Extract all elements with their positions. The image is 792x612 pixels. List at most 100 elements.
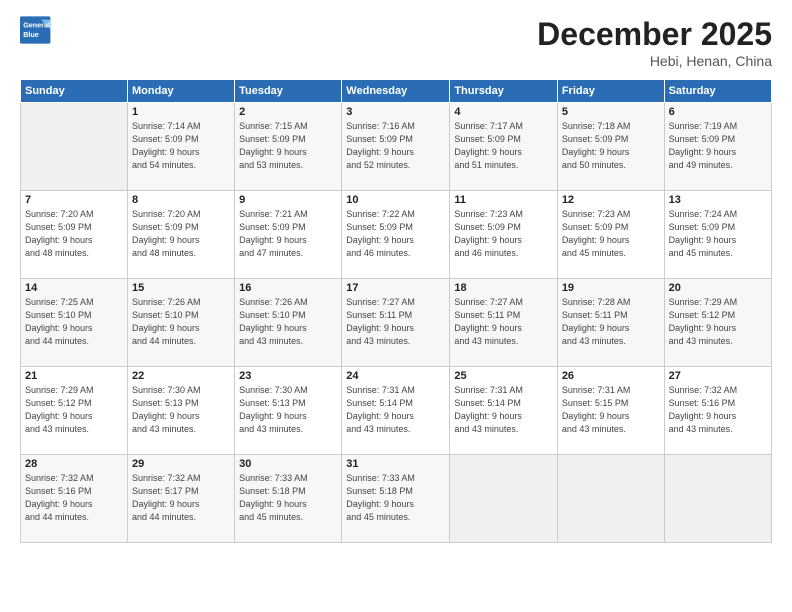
day-cell: 7Sunrise: 7:20 AMSunset: 5:09 PMDaylight… [21,191,128,279]
day-cell: 26 Sunrise: 7:31 AMSunset: 5:15 PMDayligh… [557,367,664,455]
day-cell: 8 Sunrise: 7:20 AMSunset: 5:09 PMDaylight… [128,191,235,279]
day-number: 8 [132,194,230,206]
day-info: Sunrise: 7:27 AMSunset: 5:11 PMDaylight:… [346,296,445,348]
day-info: Sunrise: 7:28 AMSunset: 5:11 PMDaylight:… [562,296,660,348]
day-cell: 2 Sunrise: 7:15 AMSunset: 5:09 PMDaylight… [235,103,342,191]
day-info: Sunrise: 7:32 AMSunset: 5:16 PMDaylight:… [669,384,767,436]
day-info: Sunrise: 7:20 AMSunset: 5:09 PMDaylight:… [132,208,230,260]
day-cell: 13 Sunrise: 7:24 AMSunset: 5:09 PMDayligh… [664,191,771,279]
day-number: 7 [25,194,123,206]
day-number: 1 [132,106,230,118]
day-number: 23 [239,370,337,382]
day-cell: 17Sunrise: 7:27 AMSunset: 5:11 PMDayligh… [342,279,450,367]
day-number: 3 [346,106,445,118]
day-info: Sunrise: 7:26 AMSunset: 5:10 PMDaylight:… [132,296,230,348]
day-number: 24 [346,370,445,382]
day-cell: 18 Sunrise: 7:27 AMSunset: 5:11 PMDayligh… [450,279,557,367]
day-cell: 29 Sunrise: 7:32 AMSunset: 5:17 PMDayligh… [128,455,235,543]
logo: General Blue [20,16,52,44]
day-number: 9 [239,194,337,206]
calendar-header-friday: Friday [557,80,664,103]
day-info: Sunrise: 7:30 AMSunset: 5:13 PMDaylight:… [239,384,337,436]
day-number: 28 [25,458,123,470]
day-number: 15 [132,282,230,294]
day-number: 10 [346,194,445,206]
day-number: 26 [562,370,660,382]
day-info: Sunrise: 7:33 AMSunset: 5:18 PMDaylight:… [239,472,337,524]
day-cell: 4Sunrise: 7:17 AMSunset: 5:09 PMDaylight… [450,103,557,191]
day-cell: 31 Sunrise: 7:33 AMSunset: 5:18 PMDayligh… [342,455,450,543]
day-cell: 21 Sunrise: 7:29 AMSunset: 5:12 PMDayligh… [21,367,128,455]
day-cell: 28Sunrise: 7:32 AMSunset: 5:16 PMDayligh… [21,455,128,543]
week-row-0: 1 Sunrise: 7:14 AMSunset: 5:09 PMDaylight… [21,103,772,191]
calendar-header-row: SundayMondayTuesdayWednesdayThursdayFrid… [21,80,772,103]
day-info: Sunrise: 7:33 AMSunset: 5:18 PMDaylight:… [346,472,445,524]
day-cell: 10 Sunrise: 7:22 AMSunset: 5:09 PMDayligh… [342,191,450,279]
week-row-1: 7 Sunrise: 7:20 AMSunset: 5:09 PMDaylight… [21,191,772,279]
month-title: December 2025 [537,16,772,53]
day-number: 29 [132,458,230,470]
day-cell [664,455,771,543]
day-info: Sunrise: 7:16 AMSunset: 5:09 PMDaylight:… [346,120,445,172]
calendar-header-saturday: Saturday [664,80,771,103]
day-number: 20 [669,282,767,294]
day-cell: 6 Sunrise: 7:19 AMSunset: 5:09 PMDaylight… [664,103,771,191]
day-number: 27 [669,370,767,382]
day-number: 31 [346,458,445,470]
week-row-2: 14 Sunrise: 7:25 AMSunset: 5:10 PMDayligh… [21,279,772,367]
day-info: Sunrise: 7:15 AMSunset: 5:09 PMDaylight:… [239,120,337,172]
day-info: Sunrise: 7:29 AMSunset: 5:12 PMDaylight:… [25,384,123,436]
calendar-header-wednesday: Wednesday [342,80,450,103]
title-area: December 2025 Hebi, Henan, China [537,16,772,69]
day-cell: 9 Sunrise: 7:21 AMSunset: 5:09 PMDaylight… [235,191,342,279]
day-number: 5 [562,106,660,118]
day-number: 18 [454,282,552,294]
day-info: Sunrise: 7:25 AMSunset: 5:10 PMDaylight:… [25,296,123,348]
day-info: Sunrise: 7:19 AMSunset: 5:09 PMDaylight:… [669,120,767,172]
day-number: 14 [25,282,123,294]
day-number: 13 [669,194,767,206]
day-info: Sunrise: 7:29 AMSunset: 5:12 PMDaylight:… [669,296,767,348]
day-cell [21,103,128,191]
day-info: Sunrise: 7:31 AMSunset: 5:15 PMDaylight:… [562,384,660,436]
day-cell: 19 Sunrise: 7:28 AMSunset: 5:11 PMDayligh… [557,279,664,367]
day-info: Sunrise: 7:31 AMSunset: 5:14 PMDaylight:… [454,384,552,436]
page: General Blue December 2025 Hebi, Henan, … [0,0,792,612]
day-number: 16 [239,282,337,294]
day-number: 11 [454,194,552,206]
day-number: 2 [239,106,337,118]
day-cell: 14 Sunrise: 7:25 AMSunset: 5:10 PMDayligh… [21,279,128,367]
day-cell: 24 Sunrise: 7:31 AMSunset: 5:14 PMDayligh… [342,367,450,455]
svg-text:Blue: Blue [23,30,39,39]
day-cell [557,455,664,543]
calendar-header-tuesday: Tuesday [235,80,342,103]
day-info: Sunrise: 7:24 AMSunset: 5:09 PMDaylight:… [669,208,767,260]
week-row-3: 21 Sunrise: 7:29 AMSunset: 5:12 PMDayligh… [21,367,772,455]
day-number: 25 [454,370,552,382]
day-cell: 11 Sunrise: 7:23 AMSunset: 5:09 PMDayligh… [450,191,557,279]
day-info: Sunrise: 7:26 AMSunset: 5:10 PMDaylight:… [239,296,337,348]
day-info: Sunrise: 7:32 AMSunset: 5:17 PMDaylight:… [132,472,230,524]
day-cell: 22 Sunrise: 7:30 AMSunset: 5:13 PMDayligh… [128,367,235,455]
day-info: Sunrise: 7:22 AMSunset: 5:09 PMDaylight:… [346,208,445,260]
day-cell: 5Sunrise: 7:18 AMSunset: 5:09 PMDaylight… [557,103,664,191]
day-cell: 25 Sunrise: 7:31 AMSunset: 5:14 PMDayligh… [450,367,557,455]
day-info: Sunrise: 7:27 AMSunset: 5:11 PMDaylight:… [454,296,552,348]
day-cell: 12 Sunrise: 7:23 AMSunset: 5:09 PMDayligh… [557,191,664,279]
day-cell: 27 Sunrise: 7:32 AMSunset: 5:16 PMDayligh… [664,367,771,455]
day-info: Sunrise: 7:21 AMSunset: 5:09 PMDaylight:… [239,208,337,260]
day-number: 6 [669,106,767,118]
day-info: Sunrise: 7:23 AMSunset: 5:09 PMDaylight:… [454,208,552,260]
day-cell [450,455,557,543]
day-number: 12 [562,194,660,206]
day-info: Sunrise: 7:31 AMSunset: 5:14 PMDaylight:… [346,384,445,436]
day-number: 21 [25,370,123,382]
day-number: 19 [562,282,660,294]
day-info: Sunrise: 7:30 AMSunset: 5:13 PMDaylight:… [132,384,230,436]
day-number: 22 [132,370,230,382]
day-cell: 16 Sunrise: 7:26 AMSunset: 5:10 PMDayligh… [235,279,342,367]
day-info: Sunrise: 7:14 AMSunset: 5:09 PMDaylight:… [132,120,230,172]
calendar-header-thursday: Thursday [450,80,557,103]
day-info: Sunrise: 7:23 AMSunset: 5:09 PMDaylight:… [562,208,660,260]
day-info: Sunrise: 7:17 AMSunset: 5:09 PMDaylight:… [454,120,552,172]
